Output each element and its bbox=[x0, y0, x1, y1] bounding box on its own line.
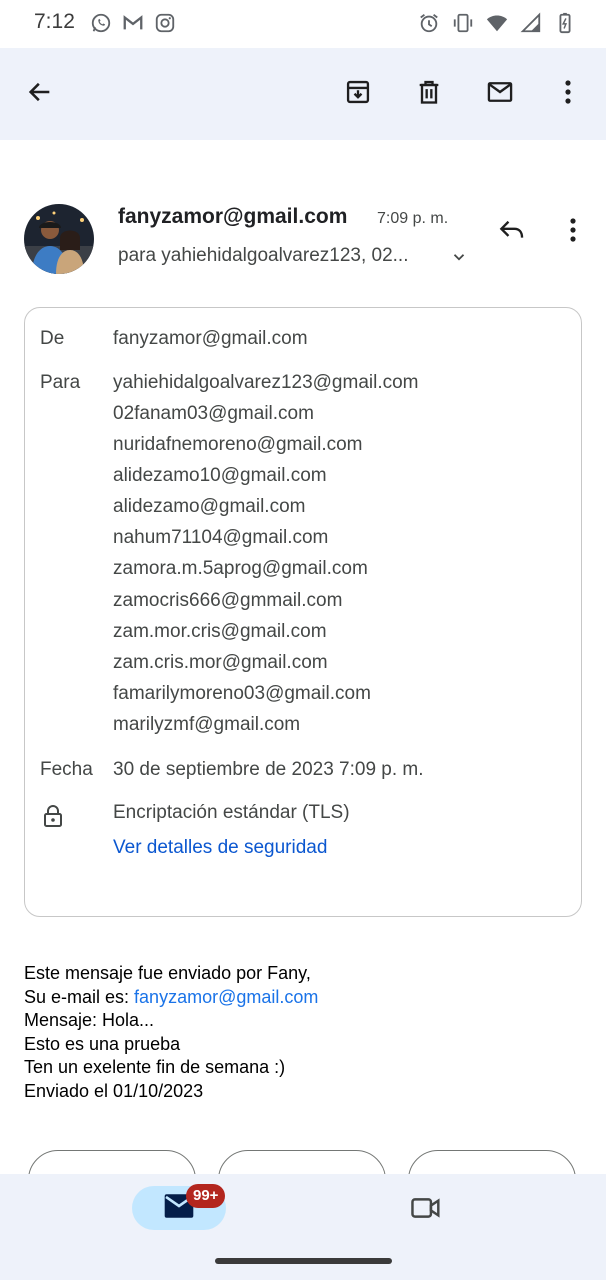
reply-button[interactable] bbox=[494, 214, 530, 250]
to-recipient: zam.cris.mor@gmail.com bbox=[113, 652, 328, 673]
recipients-summary[interactable]: para yahiehidalgoalvarez123, 02... bbox=[118, 245, 408, 267]
status-time: 7:12 bbox=[34, 10, 75, 33]
nav-meet-tab[interactable] bbox=[408, 1194, 444, 1226]
body-line: Ten un exelente fin de semana :) bbox=[24, 1057, 286, 1077]
vibrate-icon bbox=[452, 12, 474, 34]
to-recipient: zam.mor.cris@gmail.com bbox=[113, 621, 327, 642]
message-more-button[interactable] bbox=[558, 214, 588, 250]
message-body: Este mensaje fue enviado por Fany, Su e-… bbox=[24, 962, 318, 1103]
signal-icon bbox=[520, 12, 542, 34]
body-line: Enviado el 01/10/2023 bbox=[24, 1080, 204, 1101]
home-indicator[interactable] bbox=[215, 1258, 392, 1264]
encryption-info: Encriptación estándar (TLS) bbox=[113, 802, 350, 823]
to-recipient: famarilymoreno03@gmail.com bbox=[113, 683, 371, 704]
lock-icon bbox=[43, 805, 63, 827]
wifi-icon bbox=[486, 12, 508, 34]
alarm-icon bbox=[418, 12, 440, 34]
mark-unread-icon bbox=[485, 78, 515, 111]
mark-unread-button[interactable] bbox=[478, 72, 522, 116]
video-icon bbox=[410, 1194, 442, 1227]
message-details-card: De fanyzamor@gmail.com Para yahiehidalgo… bbox=[24, 307, 582, 917]
more-vert-icon bbox=[564, 79, 572, 110]
from-value: fanyzamor@gmail.com bbox=[113, 328, 308, 349]
sender-name[interactable]: fanyzamor@gmail.com bbox=[118, 205, 347, 229]
date-value: 30 de septiembre de 2023 7:09 p. m. bbox=[113, 759, 424, 780]
whatsapp-icon bbox=[90, 12, 112, 34]
to-recipient: 02fanam03@gmail.com bbox=[113, 403, 314, 424]
sender-email-link[interactable]: fanyzamor@gmail.com bbox=[134, 987, 318, 1007]
archive-icon bbox=[344, 78, 372, 111]
arrow-back-icon bbox=[26, 78, 54, 111]
to-label: Para bbox=[40, 372, 81, 393]
message-time: 7:09 p. m. bbox=[377, 210, 449, 227]
delete-button[interactable] bbox=[407, 72, 451, 116]
to-recipient: nahum71104@gmail.com bbox=[113, 527, 329, 548]
chevron-down-icon[interactable] bbox=[450, 248, 468, 266]
avatar[interactable] bbox=[24, 204, 94, 274]
body-line: Esto es una prueba bbox=[24, 1033, 181, 1054]
security-details-link[interactable]: Ver detalles de seguridad bbox=[113, 837, 327, 859]
toolbar bbox=[0, 48, 606, 140]
back-button[interactable] bbox=[18, 72, 62, 116]
status-bar: 7:12 bbox=[0, 0, 606, 48]
body-line: Este mensaje fue enviado por Fany, bbox=[24, 963, 311, 983]
body-email-prefix: Su e-mail es: bbox=[24, 986, 135, 1007]
to-recipient: marilyzmf@gmail.com bbox=[113, 714, 301, 735]
archive-button[interactable] bbox=[336, 72, 380, 116]
instagram-icon bbox=[154, 12, 176, 34]
to-recipient: zamora.m.5aprog@gmail.com bbox=[113, 558, 368, 579]
gmail-icon bbox=[122, 12, 144, 34]
battery-icon bbox=[554, 12, 576, 34]
to-recipient: alidezamo@gmail.com bbox=[113, 496, 306, 517]
more-options-button[interactable] bbox=[546, 72, 590, 116]
to-recipient: nuridafnemoreno@gmail.com bbox=[113, 434, 363, 455]
unread-count-badge: 99+ bbox=[186, 1184, 226, 1208]
to-recipient: zamocris666@gmmail.com bbox=[113, 590, 343, 611]
body-line: Su e-mail es: fanyzamor@gmail.com bbox=[24, 986, 318, 1010]
to-recipient: yahiehidalgoalvarez123@gmail.com bbox=[113, 372, 419, 393]
delete-icon bbox=[415, 78, 443, 111]
body-line: Mensaje: Hola... bbox=[24, 1010, 155, 1030]
to-recipient: alidezamo10@gmail.com bbox=[113, 465, 327, 486]
more-vert-icon bbox=[569, 217, 577, 248]
from-label: De bbox=[40, 328, 65, 349]
date-label: Fecha bbox=[40, 759, 93, 780]
bottom-navigation: 99+ bbox=[0, 1174, 606, 1280]
reply-icon bbox=[497, 217, 527, 248]
